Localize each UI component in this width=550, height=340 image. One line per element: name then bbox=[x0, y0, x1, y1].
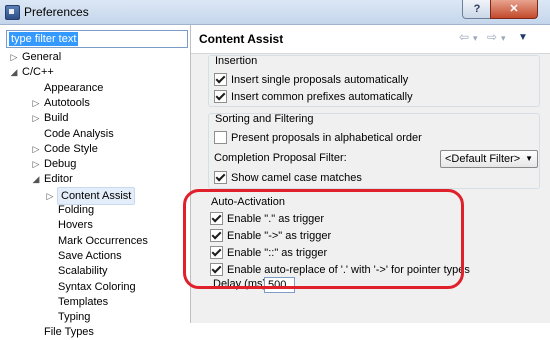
checkbox-icon bbox=[214, 170, 227, 184]
chevron-down-icon: ▼ bbox=[525, 154, 533, 163]
page-header: Content Assist ⇦ ▾ ⇨ ▾ ▼ bbox=[191, 25, 550, 54]
arrow-trigger-checkbox[interactable]: Enable "->" as trigger bbox=[210, 228, 331, 244]
tree-item-label: File Types bbox=[44, 326, 94, 339]
expand-arrow-icon[interactable]: ▷ bbox=[31, 156, 41, 172]
tree-item-file-types[interactable]: File Types bbox=[44, 324, 94, 340]
expand-arrow-icon[interactable]: ▷ bbox=[31, 95, 41, 111]
forward-menu-icon[interactable]: ▾ bbox=[501, 33, 506, 44]
delay-input[interactable]: 500 bbox=[264, 277, 295, 293]
expand-arrow-icon[interactable]: ▷ bbox=[9, 49, 19, 65]
checkbox-icon bbox=[214, 89, 227, 103]
filter-input[interactable]: type filter text bbox=[6, 30, 188, 48]
proposal-filter-select[interactable]: <Default Filter> ▼ bbox=[440, 150, 538, 168]
expand-arrow-icon[interactable]: ▷ bbox=[31, 141, 41, 157]
insertion-group: Insertion Insert single proposals automa… bbox=[208, 55, 540, 107]
expand-arrow-icon[interactable]: ▷ bbox=[31, 110, 41, 126]
tree-item-label: Code Style bbox=[44, 142, 98, 155]
tree-item-label: Save Actions bbox=[58, 249, 122, 262]
dot-trigger-checkbox[interactable]: Enable "." as trigger bbox=[210, 211, 324, 227]
tree-item-debug[interactable]: ▷ Debug bbox=[33, 156, 77, 172]
checkbox-label: Enable "." as trigger bbox=[227, 213, 325, 225]
sorting-filtering-group: Sorting and Filtering Present proposals … bbox=[208, 113, 540, 189]
checkbox-label: Enable auto-replace of '.' with '->' for… bbox=[227, 264, 470, 276]
tree-item-label: Code Analysis bbox=[44, 127, 114, 140]
collapse-arrow-icon[interactable]: ◢ bbox=[9, 64, 19, 80]
help-button[interactable]: ? bbox=[462, 0, 492, 19]
collapse-arrow-icon[interactable]: ◢ bbox=[31, 171, 41, 187]
tree-item-label: Folding bbox=[58, 204, 95, 216]
tree-item-general[interactable]: ▷ General bbox=[11, 49, 62, 65]
tree-item-c-c-[interactable]: ◢ C/C++ bbox=[11, 64, 54, 80]
tree-item-label: Typing bbox=[58, 311, 91, 324]
tree-item-label: C/C++ bbox=[22, 66, 54, 79]
sorting-group-label: Sorting and Filtering bbox=[215, 113, 314, 125]
tree-item-label: General bbox=[22, 51, 62, 63]
tree-item-code-style[interactable]: ▷ Code Style bbox=[33, 141, 98, 157]
checkbox-icon bbox=[214, 130, 227, 144]
proposal-filter-value: <Default Filter> bbox=[445, 153, 521, 165]
tree-item-code-analysis[interactable]: Code Analysis bbox=[44, 126, 114, 142]
filter-text: type filter text bbox=[9, 32, 79, 46]
tree-item-folding[interactable]: Folding bbox=[58, 202, 94, 218]
expand-arrow-icon[interactable]: ▷ bbox=[45, 188, 55, 204]
insert-prefixes-checkbox[interactable]: Insert common prefixes automatically bbox=[214, 89, 413, 105]
tree-item-label: Content Assist bbox=[61, 189, 132, 202]
checkbox-icon bbox=[210, 228, 223, 242]
checkbox-label: Present proposals in alphabetical order bbox=[231, 132, 422, 144]
tree-item-label: Editor bbox=[44, 173, 73, 186]
tree-item-scalability[interactable]: Scalability bbox=[58, 263, 108, 279]
view-menu-icon[interactable]: ▼ bbox=[518, 32, 528, 43]
insert-single-checkbox[interactable]: Insert single proposals automatically bbox=[214, 72, 408, 88]
tree-item-appearance[interactable]: Appearance bbox=[44, 80, 103, 96]
back-icon[interactable]: ⇦ bbox=[459, 30, 469, 44]
insertion-group-label: Insertion bbox=[215, 55, 258, 67]
scope-trigger-checkbox[interactable]: Enable "::" as trigger bbox=[210, 245, 327, 261]
proposal-filter-row: Completion Proposal Filter: <Default Fil… bbox=[214, 150, 538, 168]
title-bar: Preferences ? ✕ bbox=[0, 0, 550, 25]
close-button[interactable]: ✕ bbox=[490, 0, 538, 19]
auto-activation-group-label: Auto-Activation bbox=[211, 196, 285, 208]
tree-item-label: Build bbox=[44, 112, 69, 125]
auto-activation-group: Auto-Activation Enable "." as trigger En… bbox=[208, 196, 538, 281]
proposal-filter-label: Completion Proposal Filter: bbox=[214, 152, 347, 164]
checkbox-label: Show camel case matches bbox=[231, 172, 362, 184]
tree-item-label: Autotools bbox=[44, 96, 90, 109]
help-icon: ? bbox=[473, 3, 481, 15]
tree-item-label: Scalability bbox=[58, 265, 108, 278]
tree-item-save-actions[interactable]: Save Actions bbox=[58, 248, 122, 264]
delay-label: Delay (ms) bbox=[213, 278, 267, 290]
tree-item-label: Debug bbox=[44, 158, 77, 171]
checkbox-icon bbox=[210, 211, 223, 225]
checkbox-icon bbox=[214, 72, 227, 86]
tree-item-editor[interactable]: ◢ Editor bbox=[33, 171, 73, 187]
back-menu-icon[interactable]: ▾ bbox=[473, 33, 478, 44]
checkbox-label: Insert single proposals automatically bbox=[231, 74, 409, 86]
page-title: Content Assist bbox=[199, 32, 284, 46]
checkbox-label: Enable "->" as trigger bbox=[227, 230, 332, 242]
checkbox-label: Enable "::" as trigger bbox=[227, 247, 328, 259]
checkbox-icon bbox=[210, 262, 223, 276]
tree-item-label: Templates bbox=[58, 295, 109, 308]
checkbox-icon bbox=[210, 245, 223, 259]
tree-item-autotools[interactable]: ▷ Autotools bbox=[33, 95, 90, 111]
preference-page: Content Assist ⇦ ▾ ⇨ ▾ ▼ Insertion Inser… bbox=[191, 25, 550, 323]
tree-item-label: Hovers bbox=[58, 219, 93, 232]
window-title: Preferences bbox=[24, 5, 89, 19]
camel-case-checkbox[interactable]: Show camel case matches bbox=[214, 170, 362, 186]
tree-item-mark-occurrences[interactable]: Mark Occurrences bbox=[58, 233, 148, 249]
close-icon: ✕ bbox=[509, 3, 519, 15]
tree-item-templates[interactable]: Templates bbox=[58, 294, 108, 310]
tree-item-label: Mark Occurrences bbox=[58, 234, 148, 247]
tree-item-build[interactable]: ▷ Build bbox=[33, 110, 69, 126]
tree-item-hovers[interactable]: Hovers bbox=[58, 217, 93, 233]
tree-item-label: Syntax Coloring bbox=[58, 280, 136, 293]
tree-item-label: Appearance bbox=[44, 81, 104, 94]
preference-tree-panel: type filter text ▷ General ◢ C/C++ Appearanc… bbox=[0, 25, 191, 338]
checkbox-label: Insert common prefixes automatically bbox=[231, 91, 413, 103]
alphabetical-order-checkbox[interactable]: Present proposals in alphabetical order bbox=[214, 130, 422, 146]
preferences-app-icon bbox=[5, 5, 20, 20]
tree-item-syntax-coloring[interactable]: Syntax Coloring bbox=[58, 279, 136, 295]
forward-icon[interactable]: ⇨ bbox=[487, 30, 497, 44]
